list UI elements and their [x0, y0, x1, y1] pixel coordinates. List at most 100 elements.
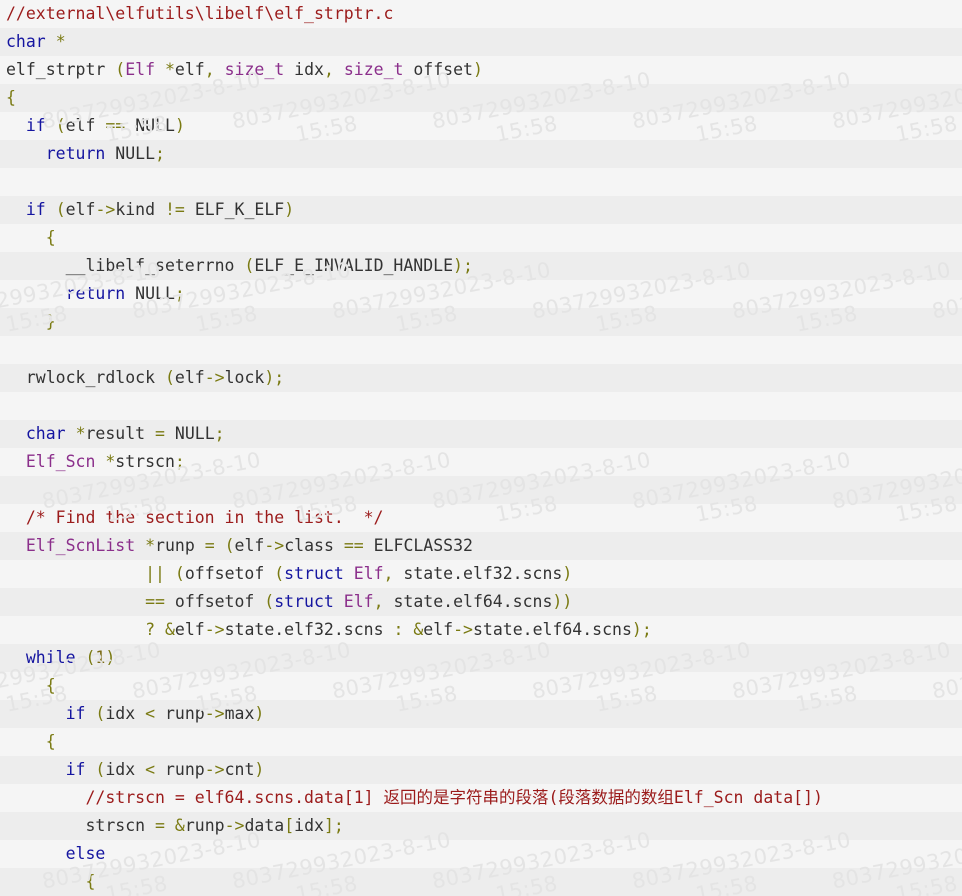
code-line[interactable]: Elf_Scn *strscn;	[0, 448, 962, 476]
code-token: kind	[115, 200, 156, 219]
code-token: ->	[204, 704, 225, 723]
code-token: return	[65, 284, 126, 303]
code-token: data	[244, 816, 285, 835]
code-token: NULL	[105, 144, 156, 163]
code-line[interactable]: == offsetof (struct Elf, state.elf64.scn…	[0, 588, 962, 616]
code-line[interactable]: elf_strptr (Elf *elf, size_t idx, size_t…	[0, 56, 962, 84]
code-line[interactable]: rwlock_rdlock (elf->lock);	[0, 364, 962, 392]
code-line[interactable]: strscn = &runp->data[idx];	[0, 812, 962, 840]
code-token: else	[65, 844, 106, 863]
code-line[interactable]: || (offsetof (struct Elf, state.elf32.sc…	[0, 560, 962, 588]
code-token: elf	[174, 368, 205, 387]
code-token: ];	[323, 816, 344, 835]
code-token: elf	[65, 200, 96, 219]
code-token: /* Find the section in the list. */	[25, 508, 384, 527]
code-token: elf	[174, 620, 205, 639]
code-token: <	[135, 760, 165, 779]
code-line[interactable]: __libelf_seterrno (ELF_E_INVALID_HANDLE)…	[0, 252, 962, 280]
code-token: (	[55, 200, 66, 219]
code-token: {	[45, 732, 56, 751]
code-token: ,	[383, 564, 404, 583]
code-line[interactable]: {	[0, 868, 962, 896]
code-token: (	[85, 648, 96, 667]
code-line[interactable]: return NULL;	[0, 280, 962, 308]
code-token: ->	[453, 620, 473, 639]
code-token: elf	[65, 116, 96, 135]
code-line[interactable]	[0, 392, 962, 420]
code-line[interactable]: char *	[0, 28, 962, 56]
code-token: (	[224, 536, 235, 555]
code-token: Elf	[125, 60, 156, 79]
code-token: ;	[155, 144, 165, 163]
code-line[interactable]: {	[0, 224, 962, 252]
code-token: )	[105, 648, 116, 667]
code-line[interactable]: //strscn = elf64.scns.data[1] 返回的是字符串的段落…	[0, 784, 962, 812]
code-token: class	[284, 536, 334, 555]
code-token: : &	[383, 620, 424, 639]
code-line[interactable]	[0, 168, 962, 196]
code-token: *	[75, 424, 86, 443]
code-token: NULL	[174, 424, 215, 443]
code-line[interactable]: ? &elf->state.elf32.scns : &elf->state.e…	[0, 616, 962, 644]
code-token: (	[95, 704, 106, 723]
code-token: lock	[224, 368, 265, 387]
code-token: size_t	[224, 60, 285, 79]
code-line[interactable]: if (elf == NULL)	[0, 112, 962, 140]
code-token: if	[25, 200, 46, 219]
code-token: elf	[234, 536, 265, 555]
code-line[interactable]	[0, 476, 962, 504]
code-token: Elf	[343, 592, 374, 611]
code-line[interactable]: if (idx < runp->cnt)	[0, 756, 962, 784]
code-token: ->	[204, 368, 225, 387]
code-token: ->	[95, 200, 116, 219]
code-token: strscn	[115, 452, 175, 471]
code-line[interactable]: {	[0, 728, 962, 756]
code-token: while	[25, 648, 76, 667]
code-line[interactable]: else	[0, 840, 962, 868]
code-line[interactable]: {	[0, 84, 962, 112]
code-line[interactable]: while (1)	[0, 644, 962, 672]
code-viewer[interactable]: //external\elfutils\libelf\elf_strptr.c c…	[0, 0, 962, 896]
code-line[interactable]: if (idx < runp->max)	[0, 700, 962, 728]
code-token: struct	[284, 564, 344, 583]
code-token: max	[224, 704, 255, 723]
code-line[interactable]: Elf_ScnList *runp = (elf->class == ELFCL…	[0, 532, 962, 560]
code-token: runp	[155, 536, 195, 555]
code-token: state.elf64.scns	[393, 592, 553, 611]
code-token: idx	[284, 60, 324, 79]
code-token: offsetof	[174, 592, 265, 611]
code-line[interactable]: return NULL;	[0, 140, 962, 168]
code-token: (	[95, 760, 106, 779]
code-token: (	[274, 564, 285, 583]
code-line[interactable]: if (elf->kind != ELF_K_ELF)	[0, 196, 962, 224]
code-token: struct	[274, 592, 334, 611]
code-line[interactable]: /* Find the section in the list. */	[0, 504, 962, 532]
code-line[interactable]: //external\elfutils\libelf\elf_strptr.c	[0, 0, 962, 28]
code-token: (	[115, 60, 126, 79]
code-token: char	[25, 424, 66, 443]
code-line[interactable]	[0, 336, 962, 364]
code-line[interactable]: char *result = NULL;	[0, 420, 962, 448]
code-token: if	[65, 704, 86, 723]
code-token: )	[254, 704, 265, 723]
code-token: {	[45, 228, 56, 247]
code-line[interactable]: }	[0, 308, 962, 336]
code-token: ? &	[6, 620, 175, 639]
code-token: =	[194, 536, 225, 555]
code-token: idx	[105, 704, 136, 723]
code-line[interactable]: {	[0, 672, 962, 700]
